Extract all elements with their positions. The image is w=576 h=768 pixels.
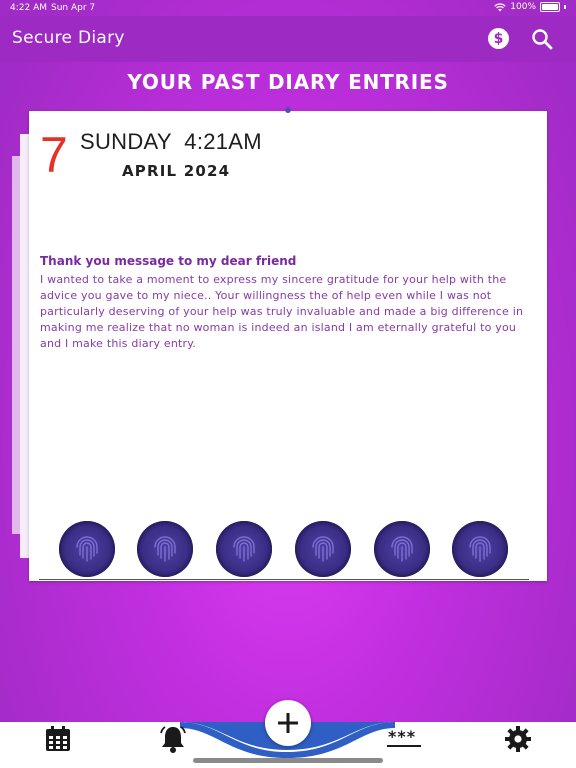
plus-icon [278, 713, 298, 733]
battery-tip [564, 5, 566, 9]
battery-icon [540, 2, 560, 12]
nav-bar: Secure Diary $ [0, 16, 576, 62]
entry-body: I wanted to take a moment to express my … [40, 273, 524, 350]
fingerprint-icon [154, 536, 176, 562]
bell-icon [160, 726, 186, 753]
app-title: Secure Diary [12, 28, 125, 48]
fingerprint-button[interactable] [59, 521, 115, 577]
battery-percent: 100% [510, 2, 536, 12]
gear-icon [505, 726, 531, 752]
add-entry-button[interactable] [265, 700, 311, 746]
fingerprint-button[interactable] [295, 521, 351, 577]
month-year: APRIL 2024 [122, 162, 231, 180]
day-number: 7 [40, 127, 68, 183]
tab-settings[interactable] [503, 724, 533, 754]
passcode-icon: *** [387, 727, 421, 751]
status-indicators: 100% [494, 2, 566, 12]
status-date: Sun Apr 7 [51, 3, 96, 13]
tab-reminders[interactable] [158, 724, 188, 754]
tab-passcode[interactable]: *** [386, 724, 422, 754]
passcode-stars: *** [388, 727, 417, 746]
tab-calendar[interactable] [43, 724, 73, 754]
dollar-icon[interactable]: $ [488, 28, 509, 49]
status-time: 4:22 AM [10, 3, 47, 13]
fingerprint-icon [469, 536, 491, 562]
page-indicator-dot [285, 107, 291, 113]
fingerprint-icon [312, 536, 334, 562]
fingerprint-button[interactable] [216, 521, 272, 577]
card-divider [39, 579, 529, 580]
fingerprint-button[interactable] [452, 521, 508, 577]
page-heading: YOUR PAST DIARY ENTRIES [127, 70, 449, 94]
fingerprint-icon [76, 536, 98, 562]
day-and-time: SUNDAY 4:21AM [80, 129, 262, 154]
fingerprint-icon [233, 536, 255, 562]
search-icon[interactable] [530, 27, 554, 51]
status-bar: 4:22 AM Sun Apr 7 100% [0, 0, 576, 16]
diary-entry-card[interactable]: 7 SUNDAY 4:21AM APRIL 2024 Thank you mes… [29, 111, 547, 581]
calendar-icon [46, 726, 70, 751]
fingerprint-row [59, 521, 521, 579]
entry-title: Thank you message to my dear friend [40, 254, 297, 268]
wifi-icon [494, 2, 506, 11]
home-indicator [193, 758, 383, 763]
fingerprint-button[interactable] [137, 521, 193, 577]
fingerprint-button[interactable] [374, 521, 430, 577]
fingerprint-icon [391, 536, 413, 562]
